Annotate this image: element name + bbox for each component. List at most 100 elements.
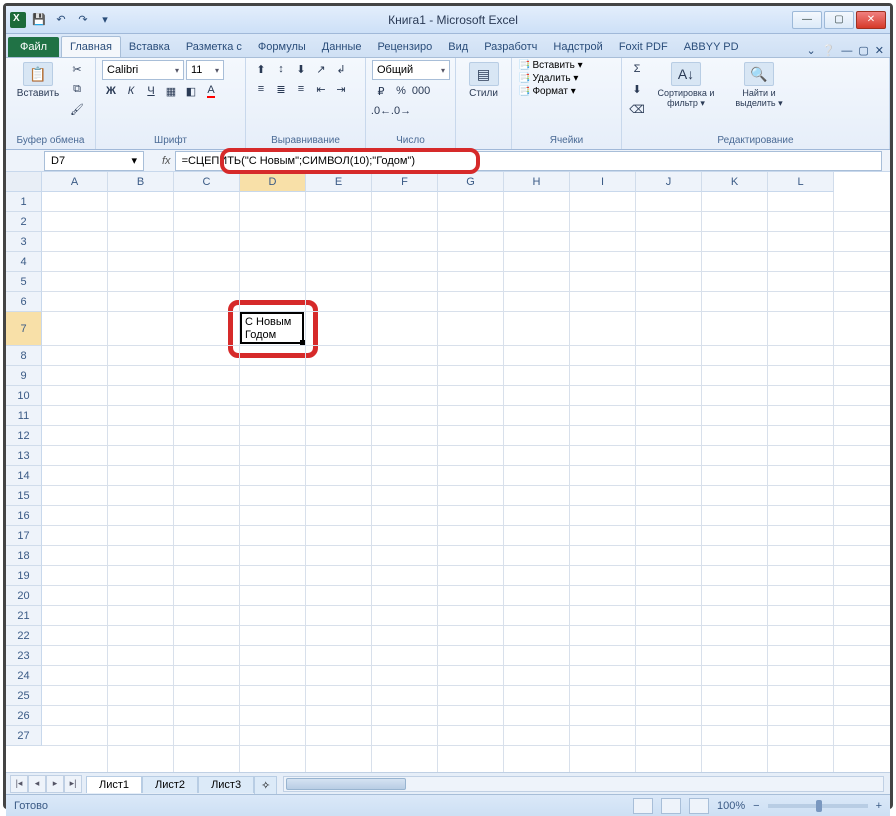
col-G[interactable]: G <box>438 172 504 192</box>
sheet-nav-first[interactable]: |◂ <box>10 775 28 793</box>
sheet-nav-next[interactable]: ▸ <box>46 775 64 793</box>
zoom-thumb[interactable] <box>816 800 822 812</box>
autosum-button[interactable]: Σ <box>628 60 646 78</box>
tab-file[interactable]: Файл <box>8 37 59 57</box>
tab-foxit[interactable]: Foxit PDF <box>611 37 676 57</box>
hscroll-thumb[interactable] <box>286 778 406 790</box>
zoom-slider[interactable] <box>768 804 868 808</box>
name-box[interactable]: D7 ▾ <box>44 151 144 171</box>
format-painter-button[interactable]: 🖌 <box>68 100 86 118</box>
align-right-button[interactable]: ≡ <box>292 80 310 98</box>
paste-button[interactable]: 📋 Вставить <box>12 60 64 101</box>
tab-insert[interactable]: Вставка <box>121 37 178 57</box>
align-left-button[interactable]: ≡ <box>252 80 270 98</box>
row-21[interactable]: 21 <box>6 606 42 626</box>
row-17[interactable]: 17 <box>6 526 42 546</box>
row-2[interactable]: 2 <box>6 212 42 232</box>
tab-review[interactable]: Рецензиро <box>370 37 441 57</box>
sheet-tab-3[interactable]: Лист3 <box>198 776 254 793</box>
sheet-nav-prev[interactable]: ◂ <box>28 775 46 793</box>
col-D[interactable]: D <box>240 172 306 192</box>
close-button[interactable]: ✕ <box>856 11 886 29</box>
row-25[interactable]: 25 <box>6 686 42 706</box>
font-color-button[interactable]: A <box>202 82 220 100</box>
border-button[interactable]: ▦ <box>162 82 180 100</box>
horizontal-scrollbar[interactable] <box>283 776 884 792</box>
row-6[interactable]: 6 <box>6 292 42 312</box>
doc-minimize-button[interactable]: — <box>841 45 852 57</box>
tab-data[interactable]: Данные <box>314 37 370 57</box>
col-F[interactable]: F <box>372 172 438 192</box>
bold-button[interactable]: Ж <box>102 82 120 100</box>
sheet-tab-1[interactable]: Лист1 <box>86 776 142 793</box>
view-pagebreak-button[interactable] <box>689 798 709 814</box>
sheet-tab-2[interactable]: Лист2 <box>142 776 198 793</box>
ribbon-minimize-icon[interactable]: ⌄ <box>806 44 815 57</box>
row-10[interactable]: 10 <box>6 386 42 406</box>
row-4[interactable]: 4 <box>6 252 42 272</box>
row-18[interactable]: 18 <box>6 546 42 566</box>
row-24[interactable]: 24 <box>6 666 42 686</box>
row-3[interactable]: 3 <box>6 232 42 252</box>
row-20[interactable]: 20 <box>6 586 42 606</box>
sort-filter-button[interactable]: A↓ Сортировка и фильтр ▾ <box>650 60 722 111</box>
find-select-button[interactable]: 🔍 Найти и выделить ▾ <box>726 60 792 111</box>
row-11[interactable]: 11 <box>6 406 42 426</box>
view-layout-button[interactable] <box>661 798 681 814</box>
col-I[interactable]: I <box>570 172 636 192</box>
qat-save-button[interactable]: 💾 <box>30 11 48 29</box>
row-22[interactable]: 22 <box>6 626 42 646</box>
align-top-button[interactable]: ⬆ <box>252 60 270 78</box>
zoom-out-button[interactable]: − <box>753 800 759 812</box>
clear-button[interactable]: ⌫ <box>628 100 646 118</box>
orientation-button[interactable]: ↗ <box>312 60 330 78</box>
number-format-dropdown[interactable]: Общий▾ <box>372 60 450 80</box>
row-5[interactable]: 5 <box>6 272 42 292</box>
col-B[interactable]: B <box>108 172 174 192</box>
minimize-button[interactable]: — <box>792 11 822 29</box>
italic-button[interactable]: К <box>122 82 140 100</box>
row-26[interactable]: 26 <box>6 706 42 726</box>
row-12[interactable]: 12 <box>6 426 42 446</box>
col-J[interactable]: J <box>636 172 702 192</box>
tab-formulas[interactable]: Формулы <box>250 37 314 57</box>
increase-decimal-button[interactable]: .0← <box>372 102 390 120</box>
tab-home[interactable]: Главная <box>61 36 121 57</box>
align-center-button[interactable]: ≣ <box>272 80 290 98</box>
qat-undo-button[interactable]: ↶ <box>52 11 70 29</box>
col-A[interactable]: A <box>42 172 108 192</box>
col-C[interactable]: C <box>174 172 240 192</box>
currency-button[interactable]: ₽ <box>372 82 390 100</box>
sheet-nav-last[interactable]: ▸| <box>64 775 82 793</box>
tab-layout[interactable]: Разметка с <box>178 37 250 57</box>
tab-view[interactable]: Вид <box>440 37 476 57</box>
insert-cells-button[interactable]: 📑 Вставить ▾ <box>518 60 583 71</box>
cut-button[interactable]: ✂ <box>68 60 86 78</box>
fill-button[interactable]: ⬇ <box>628 80 646 98</box>
row-8[interactable]: 8 <box>6 346 42 366</box>
comma-button[interactable]: 000 <box>412 82 430 100</box>
zoom-in-button[interactable]: + <box>876 800 882 812</box>
formula-bar[interactable]: =СЦЕПИТЬ("С Новым";СИМВОЛ(10);"Годом") <box>175 151 882 171</box>
row-19[interactable]: 19 <box>6 566 42 586</box>
select-all-button[interactable] <box>6 172 42 192</box>
font-name-dropdown[interactable]: Calibri▾ <box>102 60 184 80</box>
col-L[interactable]: L <box>768 172 834 192</box>
tab-addins[interactable]: Надстрой <box>545 37 610 57</box>
cells-area[interactable]: С Новым Годом <box>42 192 890 772</box>
doc-close-button[interactable]: ✕ <box>875 44 884 57</box>
delete-cells-button[interactable]: 📑 Удалить ▾ <box>518 73 578 84</box>
row-7[interactable]: 7 <box>6 312 42 346</box>
row-14[interactable]: 14 <box>6 466 42 486</box>
row-27[interactable]: 27 <box>6 726 42 746</box>
row-9[interactable]: 9 <box>6 366 42 386</box>
tab-abbyy[interactable]: ABBYY PD <box>676 37 747 57</box>
qat-customize-button[interactable]: ▾ <box>96 11 114 29</box>
percent-button[interactable]: % <box>392 82 410 100</box>
align-middle-button[interactable]: ↕ <box>272 60 290 78</box>
row-13[interactable]: 13 <box>6 446 42 466</box>
new-sheet-button[interactable]: ✧ <box>254 776 277 794</box>
decrease-indent-button[interactable]: ⇤ <box>312 80 330 98</box>
wrap-text-button[interactable]: ↲ <box>332 60 350 78</box>
row-16[interactable]: 16 <box>6 506 42 526</box>
